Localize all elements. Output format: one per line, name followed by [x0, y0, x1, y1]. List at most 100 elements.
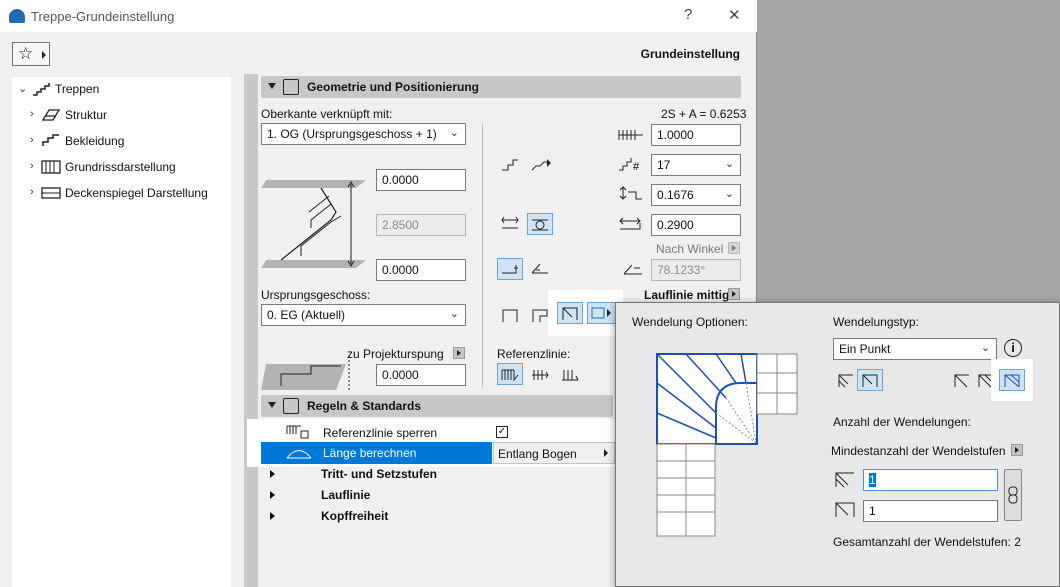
collapse-arrow-icon[interactable]: [268, 83, 276, 89]
ursprung-label: Ursprungsgeschoss:: [261, 288, 371, 302]
tree-label-bekleidung: Bekleidung: [65, 134, 125, 148]
tree-item-treppen[interactable]: ⌄ Treppen: [12, 77, 231, 101]
tree-label-treppen: Treppen: [55, 82, 100, 96]
laenge-berechnen-label: Länge berechnen: [323, 446, 417, 460]
ursprung-select[interactable]: 0. EG (Aktuell) ⌄: [261, 304, 466, 326]
tree-item-struktur[interactable]: › Struktur: [12, 103, 231, 127]
referenzlinie-sperren-label: Referenzlinie sperren: [323, 426, 438, 440]
plan-shape-button-1[interactable]: [497, 304, 523, 326]
close-button[interactable]: ✕: [728, 6, 741, 24]
winder-type-button-2[interactable]: [857, 369, 883, 391]
expand-arrow-icon[interactable]: [270, 491, 275, 499]
top-offset-field[interactable]: 0.0000: [376, 169, 466, 191]
width-field[interactable]: 1.0000: [651, 124, 741, 146]
section-geometrie-title: Geometrie und Positionierung: [307, 80, 480, 94]
winder-options-button[interactable]: [587, 302, 617, 324]
laenge-berechnen-row[interactable]: Länge berechnen: [261, 442, 492, 464]
link-toggle-button[interactable]: [1004, 469, 1022, 521]
ursprung-value: 0. EG (Aktuell): [267, 308, 346, 322]
menu-arrow-icon[interactable]: [547, 159, 551, 167]
anzahl-wendelungen-label: Anzahl der Wendelungen:: [833, 415, 971, 429]
projektursprung-button[interactable]: [453, 347, 465, 359]
angle-field[interactable]: 78.1233°: [651, 259, 741, 281]
wendelungstyp-select[interactable]: Ein Punkt ⌄: [833, 338, 997, 360]
chevron-down-icon: ⌄: [449, 127, 459, 139]
kopffreiheit-label[interactable]: Kopffreiheit: [321, 509, 388, 523]
chevron-down-icon[interactable]: ⌄: [18, 82, 27, 95]
chain-link-icon: [1008, 486, 1018, 504]
title-bar: Treppe-Grundeinstellung ? ✕: [0, 0, 757, 32]
oberkante-value: 1. OG (Ursprungsgeschoss + 1): [267, 127, 437, 141]
winder-count-icon-1: [835, 472, 854, 488]
divider: [482, 123, 483, 388]
tree-item-grundriss[interactable]: › Grundrissdarstellung: [12, 155, 231, 179]
riser-height-select[interactable]: 0.1676 ⌄: [651, 184, 741, 206]
ceiling-plan-icon: [41, 187, 61, 199]
tree-item-deckenspiegel[interactable]: › Deckenspiegel Darstellung: [12, 181, 231, 205]
info-icon[interactable]: i: [1004, 339, 1022, 357]
laenge-berechnen-select[interactable]: Entlang Bogen: [493, 442, 615, 464]
tritt-setzstufen-label[interactable]: Tritt- und Setzstufen: [321, 467, 437, 481]
refline-center-button[interactable]: [527, 363, 553, 385]
width-icon: [618, 130, 643, 140]
mindestanzahl-button[interactable]: [1011, 444, 1023, 456]
angle-mode-button-1[interactable]: [497, 258, 523, 280]
tread-mode-button-2[interactable]: [527, 213, 553, 235]
stair-type-button[interactable]: [497, 154, 523, 176]
angle-mode-button-2[interactable]: [527, 258, 553, 280]
winder-count-value-1: 1: [869, 473, 876, 487]
scrollbar-left[interactable]: [244, 74, 258, 587]
arc-length-icon: [286, 450, 312, 459]
lauflinie-label[interactable]: Lauflinie: [321, 488, 370, 502]
collapse-arrow-icon[interactable]: [268, 402, 276, 408]
winder-count-field-1[interactable]: 1: [863, 469, 998, 491]
wendelung-optionen-label: Wendelung Optionen:: [632, 315, 748, 329]
tree-item-bekleidung[interactable]: › Bekleidung: [12, 129, 231, 153]
lauflinie-button[interactable]: [728, 288, 740, 300]
section-regeln[interactable]: Regeln & Standards: [261, 395, 613, 417]
nach-winkel-button[interactable]: [728, 242, 740, 254]
settings-tree: ⌄ Treppen › Struktur › Bekleidung › Grun…: [12, 77, 231, 587]
refline-right-button[interactable]: [557, 363, 583, 385]
chevron-down-icon: ⌄: [724, 158, 734, 170]
tree-label-grundriss: Grundrissdarstellung: [65, 160, 176, 174]
chevron-right-icon[interactable]: ›: [30, 134, 34, 146]
projektursprung-label: zu Projekturspung: [347, 347, 444, 361]
oberkante-select[interactable]: 1. OG (Ursprungsgeschoss + 1) ⌄: [261, 123, 466, 145]
steps-value: 17: [657, 158, 671, 172]
gesamtanzahl-label: Gesamtanzahl der Wendelstufen: 2: [833, 535, 1021, 549]
tread-mode-button-1[interactable]: [497, 213, 523, 235]
formula-label: 2S + A = 0.6253: [661, 107, 747, 121]
help-button[interactable]: ?: [684, 6, 692, 23]
expand-arrow-icon[interactable]: [270, 470, 275, 478]
winder-type-button-3[interactable]: [949, 369, 975, 391]
expand-arrow-icon[interactable]: [270, 512, 275, 520]
winder-type-button-1[interactable]: [833, 369, 859, 391]
wendelungstyp-label: Wendelungstyp:: [833, 315, 919, 329]
referenzlinie-label: Referenzlinie:: [497, 347, 571, 361]
window-title: Treppe-Grundeinstellung: [31, 9, 175, 24]
steps-select[interactable]: 17 ⌄: [651, 154, 741, 176]
tread-depth-field[interactable]: 0.2900: [651, 214, 741, 236]
favorites-button[interactable]: ☆: [12, 42, 50, 66]
lock-refline-icon: [286, 425, 309, 439]
referenzlinie-sperren-checkbox[interactable]: ✓: [496, 426, 508, 438]
chevron-right-icon[interactable]: ›: [30, 160, 34, 172]
bottom-offset-field[interactable]: 0.0000: [376, 259, 466, 281]
rules-icon: [283, 398, 299, 414]
winder-type-button-5[interactable]: [999, 369, 1025, 391]
dropdown-arrow-icon: [42, 51, 46, 59]
refline-left-button[interactable]: [497, 363, 523, 385]
riser-height-icon: [619, 186, 642, 200]
projekt-offset-field[interactable]: 0.0000: [376, 364, 466, 386]
mindestanzahl-label: Mindestanzahl der Wendelstufen: [831, 444, 1006, 458]
winder-button[interactable]: [557, 302, 583, 324]
chevron-down-icon: ⌄: [449, 308, 459, 320]
tree-label-deckenspiegel: Deckenspiegel Darstellung: [65, 186, 208, 200]
chevron-right-icon[interactable]: ›: [30, 186, 34, 198]
winder-count-field-2[interactable]: 1: [863, 500, 998, 522]
section-geometrie[interactable]: Geometrie und Positionierung: [261, 76, 741, 98]
height-field[interactable]: 2.8500: [376, 214, 466, 236]
chevron-right-icon[interactable]: ›: [30, 108, 34, 120]
section-regeln-title: Regeln & Standards: [307, 399, 422, 413]
